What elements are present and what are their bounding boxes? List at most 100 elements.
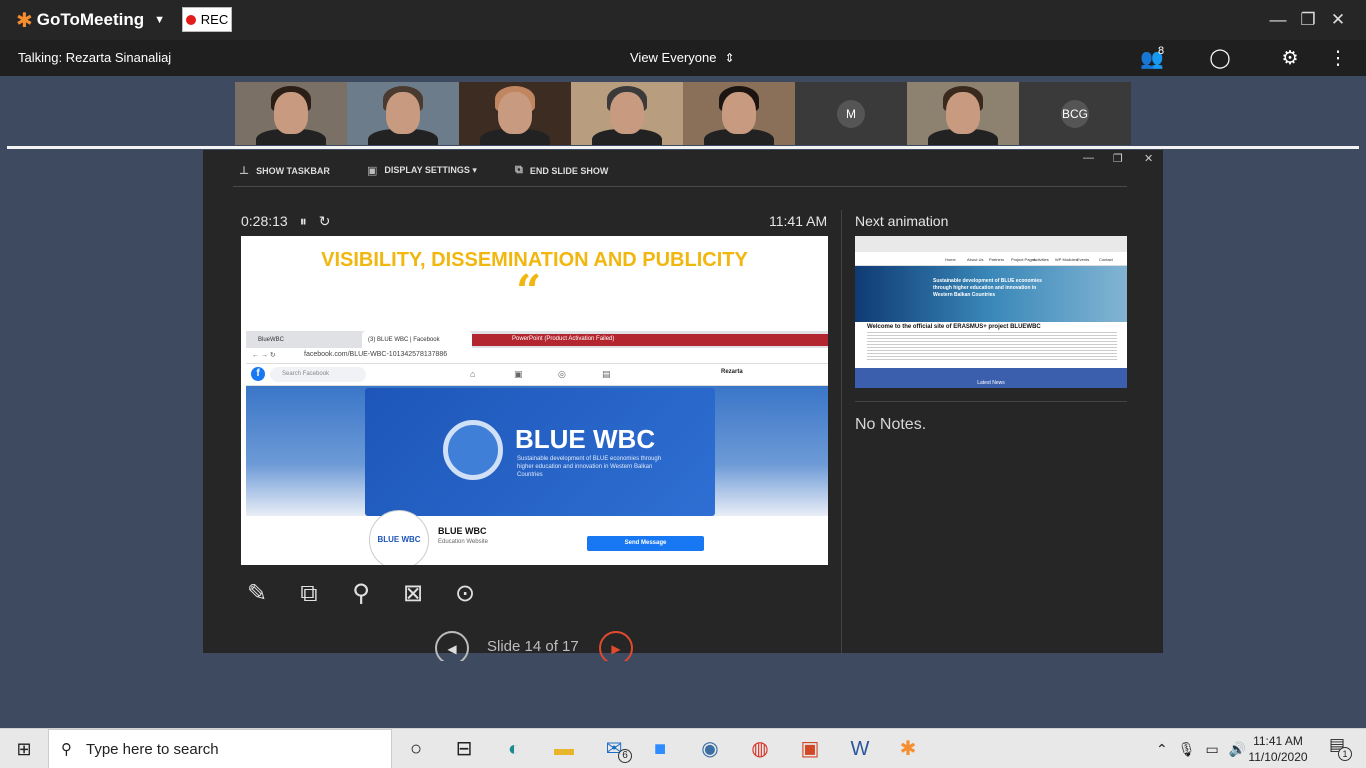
next-slide-preview[interactable]: Home About Us Partners Project Pages Activit… [855, 236, 1127, 388]
next-animation-label: Next animation [855, 213, 949, 229]
nav-arrows-icon: ← → ↻ [252, 352, 276, 359]
pause-icon[interactable]: ⏸ [300, 213, 307, 230]
current-slide[interactable]: VISIBILITY, DISSEMINATION AND PUBLICITY … [241, 236, 828, 565]
more-options-button[interactable]: ⋮ [1326, 47, 1350, 69]
presenter-close-button[interactable]: ✕ [1144, 152, 1153, 165]
settings-button[interactable]: ⚙ [1276, 47, 1304, 69]
display-settings-button[interactable]: ▣ DISPLAY SETTINGS ▾ [367, 164, 477, 177]
chrome-icon: ◍ [751, 738, 769, 760]
gotomeeting-taskbar-button[interactable]: ✱ [888, 733, 928, 765]
see-all-slides-icon[interactable]: ⧉ [293, 578, 325, 610]
facebook-cover: BLUE WBC Sustainable development of BLUE… [246, 386, 828, 516]
participant-tile[interactable] [459, 82, 571, 145]
participant-tile[interactable] [347, 82, 459, 145]
pen-tool-icon[interactable]: ✎ [241, 578, 273, 610]
presenter-minimize-button[interactable]: — [1083, 152, 1094, 164]
participant-face [274, 92, 308, 134]
browser-tab-active: (3) BLUE WBC | Facebook [362, 331, 472, 348]
page-name: BLUE WBC [438, 526, 487, 536]
show-hidden-icons-icon[interactable]: ⌃ [1156, 741, 1168, 758]
participant-tile[interactable] [235, 82, 347, 145]
presenter-pane-separator[interactable] [841, 210, 842, 653]
attendee-count: 8 [1158, 45, 1165, 57]
preview-site-nav: Home About Us Partners Project Pages Activit… [855, 252, 1127, 266]
windows-taskbar: ⊞ ⚲ Type here to search ○ ⊟ ◐ ▬ ✉ 6 ■ ◉ … [0, 728, 1366, 768]
powerpoint-icon: ▣ [800, 738, 820, 760]
slide-counter: Slide 14 of 17 [487, 638, 579, 655]
chat-bubble-icon: ◯ [1209, 48, 1231, 69]
taskbar-search[interactable]: ⚲ Type here to search [48, 729, 392, 768]
next-slide-button[interactable]: ▶ [599, 631, 633, 661]
restore-button[interactable]: ❐ [1296, 8, 1320, 32]
groups-icon: ◎ [558, 369, 566, 379]
facebook-user-name: Rezarta [721, 369, 743, 375]
powerpoint-taskbar-button[interactable]: ▣ [790, 733, 830, 765]
gear-icon: ⚙ [1281, 48, 1299, 69]
end-slide-show-button[interactable]: ⧉ END SLIDE SHOW [515, 164, 608, 177]
view-selector[interactable]: View Everyone ⇕ [630, 50, 735, 65]
display-icon: ▣ [367, 165, 378, 177]
blue-wbc-banner: BLUE WBC Sustainable development of BLUE… [365, 388, 715, 516]
microphone-icon[interactable]: 🎙 [1178, 741, 1196, 758]
participant-tile[interactable]: M [795, 82, 907, 145]
word-taskbar-button[interactable]: W [840, 733, 880, 765]
task-view-button[interactable]: ⊟ [444, 733, 484, 765]
task-view-icon: ⊟ [455, 738, 473, 760]
action-center-button[interactable]: ▤ 1 [1322, 735, 1352, 763]
mail-taskbar-button[interactable]: ✉ 6 [594, 733, 634, 765]
preview-nav-item: About Us [967, 257, 984, 262]
banner-brand: BLUE WBC [515, 424, 656, 454]
start-button[interactable]: ⊞ [0, 729, 48, 768]
slide-timer: 0:28:13 ⏸ ↻ [241, 213, 330, 230]
page-category: Education Website [438, 539, 488, 545]
show-taskbar-button[interactable]: ⊥ SHOW TASKBAR [239, 164, 330, 177]
blue-wbc-wave-logo-icon [443, 420, 503, 480]
strip-divider[interactable] [7, 146, 1359, 149]
close-button[interactable]: ✕ [1326, 8, 1350, 32]
elapsed-time: 0:28:13 [241, 213, 288, 229]
globe-taskbar-button[interactable]: ◉ [690, 733, 730, 765]
presenter-restore-button[interactable]: ❐ [1113, 152, 1123, 165]
previous-slide-button[interactable]: ◀ [435, 631, 469, 661]
taskbar-clock[interactable]: 11:41 AM 11/10/2020 [1242, 733, 1314, 765]
participant-tile[interactable] [683, 82, 795, 145]
participant-tile[interactable] [571, 82, 683, 145]
chat-button[interactable]: ◯ [1206, 47, 1234, 69]
send-message-button: Send Message [587, 536, 704, 551]
participant-tile[interactable]: BCG [1019, 82, 1131, 145]
more-tools-icon[interactable]: ⊙ [449, 578, 481, 610]
participant-face [498, 92, 532, 134]
show-taskbar-label: SHOW TASKBAR [256, 165, 330, 176]
search-icon: ⚲ [61, 741, 72, 758]
end-show-icon: ⧉ [515, 164, 523, 176]
word-icon: W [850, 738, 870, 760]
preview-browser-chrome [855, 236, 1127, 252]
taskbar-search-placeholder: Type here to search [86, 740, 219, 758]
preview-welcome: Welcome to the official site of ERASMUS+… [867, 324, 1041, 330]
folder-icon: ▬ [554, 738, 574, 760]
preview-nav-item: Events [1077, 257, 1090, 262]
notification-badge: 1 [1338, 747, 1352, 761]
page-profile-logo: BLUE WBC [369, 510, 429, 565]
zoom-taskbar-button[interactable]: ■ [640, 733, 680, 765]
battery-icon[interactable]: ▭ [1206, 741, 1219, 758]
edge-taskbar-button[interactable]: ◐ [494, 733, 534, 765]
recording-indicator[interactable]: REC [182, 7, 232, 32]
browser-url: facebook.com/BLUE-WBC-101342578137886 [304, 351, 448, 358]
cortana-circle-icon: ○ [409, 738, 423, 760]
app-name: GoToMeeting [36, 10, 145, 29]
app-menu[interactable]: ✱ GoToMeeting ▼ [16, 10, 165, 32]
slide-navigation: ◀ Slide 14 of 17 ▶ [435, 631, 635, 661]
restart-timer-icon[interactable]: ↻ [319, 213, 331, 230]
cortana-button[interactable]: ○ [396, 733, 436, 765]
chevron-down-icon: ▼ [154, 14, 165, 26]
attendees-button[interactable]: 👥 8 [1132, 45, 1172, 70]
preview-nav-item: Partners [989, 257, 1005, 262]
participant-tile[interactable] [907, 82, 1019, 145]
chrome-taskbar-button[interactable]: ◍ [740, 733, 780, 765]
title-bar: ✱ GoToMeeting ▼ REC — ❐ ✕ [0, 0, 1366, 40]
zoom-icon[interactable]: ⚲ [345, 578, 377, 610]
file-explorer-taskbar-button[interactable]: ▬ [544, 733, 584, 765]
black-screen-icon[interactable]: ⊠ [397, 578, 429, 610]
minimize-button[interactable]: — [1266, 8, 1290, 32]
